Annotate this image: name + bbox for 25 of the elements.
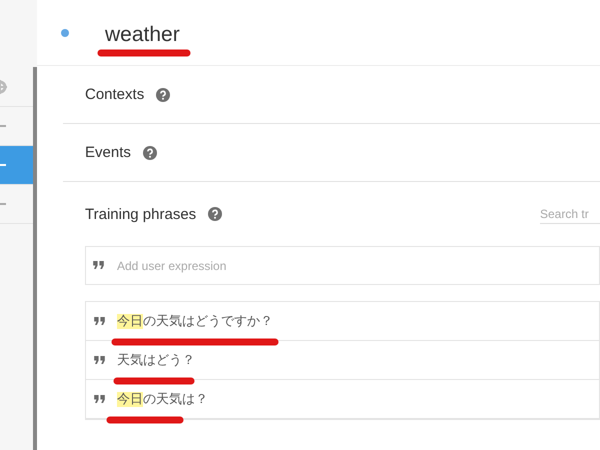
quote-icon	[94, 317, 105, 325]
sidebar-item[interactable]	[0, 146, 33, 185]
help-icon[interactable]	[142, 146, 157, 160]
section-title[interactable]: Contexts	[85, 86, 144, 103]
dash-icon	[0, 203, 6, 205]
help-icon[interactable]	[156, 88, 170, 102]
quote-icon	[93, 261, 104, 269]
help-icon[interactable]	[208, 207, 222, 221]
phrase-row[interactable]: 今日の天気は？	[86, 380, 599, 419]
phrase-row[interactable]: 今日の天気はどうですか？	[86, 302, 599, 341]
section-title: Training phrases	[85, 206, 196, 222]
intent-title: weather	[104, 22, 180, 46]
dash-icon	[0, 125, 6, 127]
quote-icon	[94, 395, 105, 403]
phrase-text: 今日の天気はどうですか？	[117, 313, 273, 330]
dash-icon	[0, 164, 6, 166]
add-expression-field[interactable]: Add user expression	[85, 246, 600, 285]
phrase-row[interactable]: 天気はどう？	[86, 341, 599, 380]
quote-icon	[94, 356, 105, 364]
phrase-text: 今日の天気は？	[117, 391, 208, 408]
scrollbar[interactable]	[33, 67, 37, 450]
section-title[interactable]: Events	[85, 144, 131, 161]
gear-icon	[0, 80, 8, 94]
phrase-text: 天気はどう？	[117, 352, 195, 369]
status-dot	[61, 28, 69, 36]
